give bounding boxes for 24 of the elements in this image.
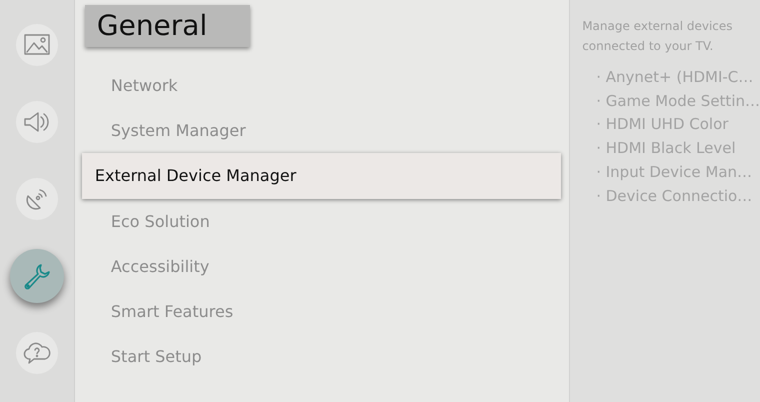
menu-item[interactable]: System Manager <box>84 108 562 153</box>
feature-item: · HDMI UHD Color <box>596 114 730 136</box>
speaker-icon <box>22 111 51 133</box>
menu-item[interactable]: Accessibility <box>84 244 562 289</box>
picture-icon <box>24 34 50 56</box>
description-text: Manage external devices connected to your TV. <box>582 18 734 55</box>
help-cloud-icon <box>22 341 51 365</box>
menu-item[interactable]: Eco Solution <box>84 199 562 244</box>
category-button[interactable] <box>16 332 58 374</box>
category-button[interactable] <box>16 24 58 66</box>
menu-item[interactable]: Start Setup <box>84 334 562 379</box>
menu-title: General <box>84 5 250 47</box>
category-button[interactable] <box>16 101 58 143</box>
feature-item: · Input Device Man… <box>596 162 754 183</box>
feature-item: · Game Mode Settin… <box>596 90 760 112</box>
feature-item: · Anynet+ (HDMI-C… <box>596 67 754 88</box>
category-button[interactable] <box>16 178 58 220</box>
menu-item[interactable]: Network <box>84 63 562 108</box>
feature-item: · HDMI Black Level <box>596 138 737 160</box>
wrench-icon <box>22 262 51 290</box>
menu-item[interactable]: Smart Features <box>84 289 562 334</box>
category-button[interactable] <box>10 249 64 303</box>
menu-item[interactable]: External Device Manager <box>82 153 562 199</box>
feature-item: · Device Connectio… <box>596 186 754 207</box>
